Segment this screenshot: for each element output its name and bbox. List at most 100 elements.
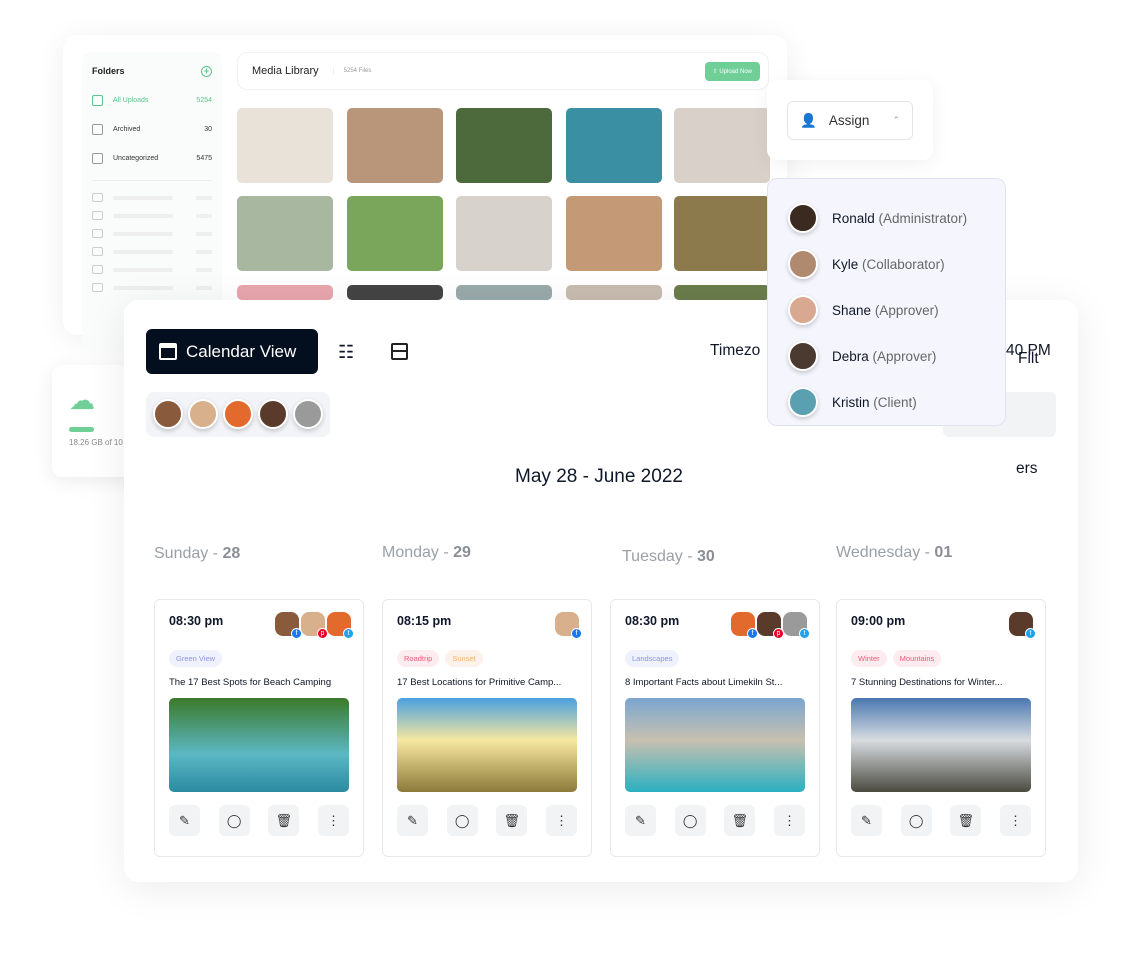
post-tags: Landscapes (625, 650, 805, 667)
post-accounts: fp t (275, 612, 354, 639)
post-image[interactable] (169, 698, 349, 792)
media-thumbnail[interactable] (237, 285, 333, 300)
post-tag[interactable]: Landscapes (625, 650, 680, 667)
file-count: 5254 Files (332, 68, 371, 74)
more-button[interactable]: ⋮ (545, 805, 577, 836)
user-name: Debra (832, 348, 869, 364)
media-thumbnail[interactable] (566, 196, 662, 271)
assign-button[interactable]: 👤 Assign ⌃ (787, 101, 913, 140)
media-thumbnail[interactable] (237, 108, 333, 183)
list-view-icon[interactable]: ☷ (338, 342, 354, 363)
post-tag[interactable]: Mountains (892, 650, 942, 667)
upload-now-button[interactable]: ⇧ Upload Now (704, 61, 760, 81)
folder-label: Archived (113, 126, 141, 133)
user-avatar (788, 387, 818, 417)
post-card[interactable]: 09:00 pm t Winter Mountains 7 Stunning Desti… (836, 599, 1046, 857)
media-thumbnail[interactable] (566, 108, 662, 183)
placeholder-bar (196, 285, 212, 290)
user-label: Shane (Approver) (832, 303, 939, 318)
assign-user-option[interactable]: Kyle (Collaborator) (788, 241, 985, 287)
assign-label: Assign (828, 113, 870, 128)
post-tag[interactable]: Sunset (445, 650, 483, 667)
media-thumbnail[interactable] (347, 108, 443, 183)
post-tags: Green View (169, 650, 349, 667)
edit-button[interactable]: ✎ (397, 805, 428, 836)
post-image[interactable] (625, 698, 805, 792)
delete-button[interactable]: 🗑 (950, 805, 982, 836)
edit-button[interactable]: ✎ (851, 805, 882, 836)
more-button[interactable]: ⋮ (317, 805, 349, 836)
post-card[interactable]: 08:30 pm f p t Green View The 17 Best Spots f… (154, 599, 364, 857)
assign-user-option[interactable]: Shane (Approver) (788, 287, 985, 333)
account-avatar: f (731, 612, 758, 639)
team-member-avatar[interactable] (188, 399, 218, 429)
folder-icon (92, 95, 103, 106)
media-thumbnail[interactable] (456, 196, 552, 271)
media-thumbnail[interactable] (237, 196, 333, 271)
media-thumbnail[interactable] (347, 285, 443, 300)
delete-button[interactable]: 🗑 (268, 805, 300, 836)
post-card[interactable]: 08:15 pm f Roadtrip Sunset 17 Best Locations… (382, 599, 592, 857)
day-number: 30 (697, 548, 715, 565)
post-tag[interactable]: Green View (169, 650, 223, 667)
team-avatars[interactable] (146, 392, 330, 437)
folder-icon (92, 153, 103, 164)
post-card[interactable]: 08:30 pm f p t Landscapes 8 Important Facts a… (610, 599, 820, 857)
comment-button[interactable]: ◯ (900, 805, 932, 836)
account-avatar: p (757, 612, 784, 639)
post-tag[interactable]: Winter (851, 650, 887, 667)
media-thumbnail[interactable] (674, 196, 770, 271)
post-title[interactable]: The 17 Best Spots for Beach Camping (169, 677, 349, 688)
split-view-icon[interactable] (391, 343, 408, 360)
folder-item[interactable]: All Uploads 5254 (92, 95, 212, 106)
post-time: 08:15 pm (397, 614, 452, 628)
user-avatar (788, 341, 818, 371)
post-tags: Winter Mountains (851, 650, 1031, 667)
post-actions: ✎ ◯ 🗑 ⋮ (397, 805, 577, 836)
comment-button[interactable]: ◯ (674, 805, 706, 836)
team-member-avatar[interactable] (223, 399, 253, 429)
post-title[interactable]: 17 Best Locations for Primitive Camp... (397, 677, 577, 688)
team-member-avatar[interactable] (258, 399, 288, 429)
day-name: Wednesday - (836, 544, 935, 561)
post-actions: ✎ ◯ 🗑 ⋮ (625, 805, 805, 836)
storage-bar (69, 427, 94, 432)
folder-item[interactable]: Uncategorized 5475 (92, 153, 212, 164)
more-button[interactable]: ⋮ (999, 805, 1031, 836)
media-thumbnail[interactable] (674, 108, 770, 183)
team-member-avatar[interactable] (293, 399, 323, 429)
user-name: Shane (832, 302, 872, 318)
comment-button[interactable]: ◯ (218, 805, 250, 836)
edit-button[interactable]: ✎ (169, 805, 200, 836)
folder-icon (92, 229, 103, 238)
comment-button[interactable]: ◯ (446, 805, 478, 836)
media-thumbnail[interactable] (456, 285, 552, 300)
more-button[interactable]: ⋮ (773, 805, 805, 836)
delete-button[interactable]: 🗑 (496, 805, 528, 836)
folder-item[interactable]: Archived 30 (92, 124, 212, 135)
media-thumbnail[interactable] (566, 285, 662, 300)
delete-button[interactable]: 🗑 (724, 805, 756, 836)
media-thumbnail[interactable] (674, 285, 770, 300)
add-folder-icon[interactable]: + (201, 66, 212, 77)
post-actions: ✎ ◯ 🗑 ⋮ (169, 805, 349, 836)
post-tag[interactable]: Roadtrip (397, 650, 440, 667)
filter-label: Filt (1018, 350, 1039, 367)
post-image[interactable] (851, 698, 1031, 792)
calendar-view-button[interactable]: Calendar View (146, 329, 318, 374)
day-number: 29 (453, 544, 471, 561)
post-title[interactable]: 8 Important Facts about Limekiln St... (625, 677, 805, 688)
folder-icon (92, 193, 103, 202)
day-header: Monday - 29 (382, 544, 471, 562)
media-thumbnail[interactable] (456, 108, 552, 183)
post-image[interactable] (397, 698, 577, 792)
assign-user-option[interactable]: Ronald (Administrator) (788, 195, 985, 241)
team-member-avatar[interactable] (153, 399, 183, 429)
media-thumbnail[interactable] (347, 196, 443, 271)
folder-label: Uncategorized (113, 155, 159, 162)
assign-user-option[interactable]: Debra (Approver) (788, 333, 985, 379)
edit-button[interactable]: ✎ (625, 805, 656, 836)
placeholder-bar (113, 285, 173, 290)
assign-user-option[interactable]: Kristin (Client) (788, 379, 985, 425)
post-title[interactable]: 7 Stunning Destinations for Winter... (851, 677, 1031, 688)
